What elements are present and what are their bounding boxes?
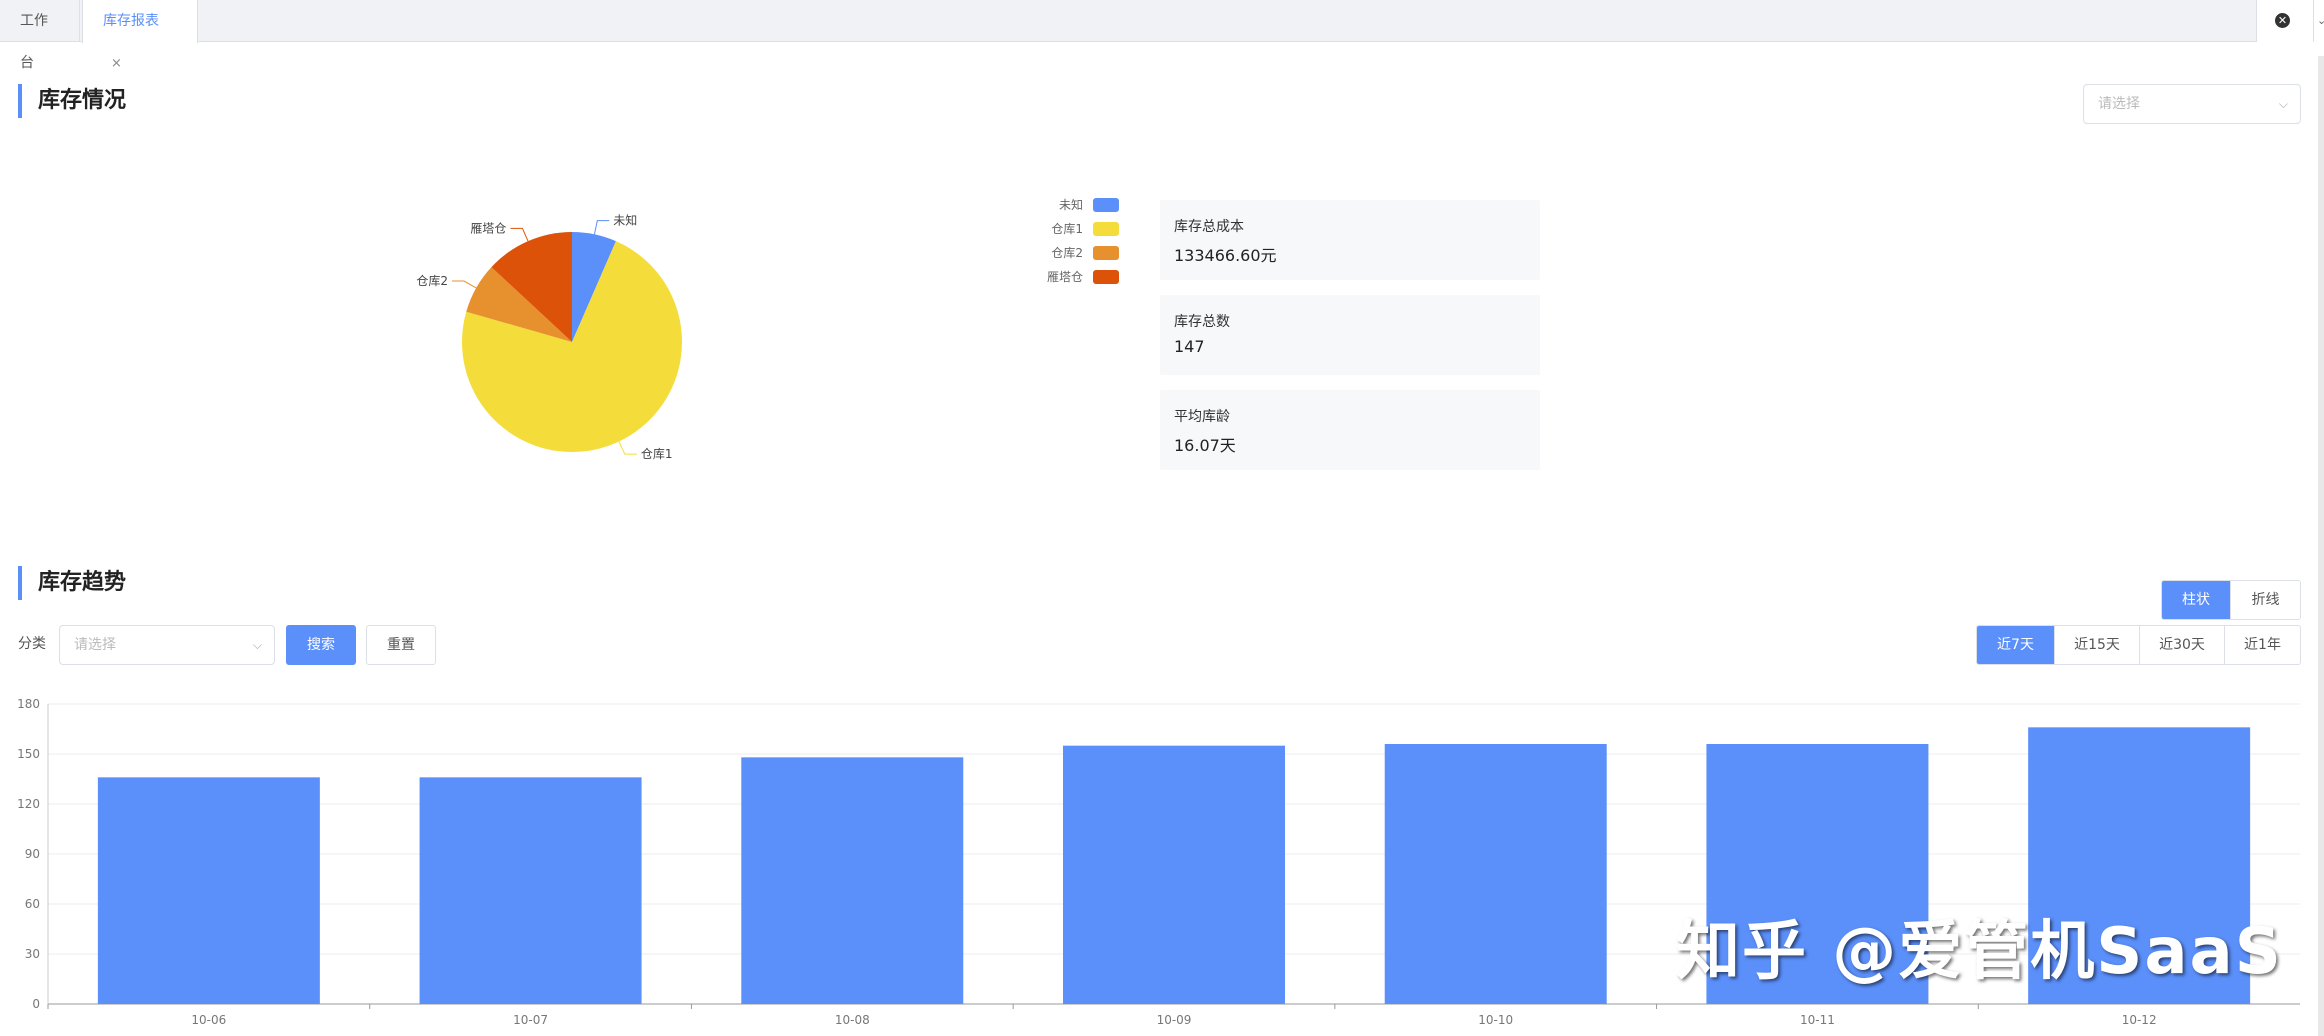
stat-card-average-age: 平均库龄 16.07天	[1160, 390, 1540, 470]
chevron-down-icon: ⌵	[252, 638, 262, 652]
y-tick-label: 90	[25, 847, 40, 861]
y-tick-label: 120	[17, 797, 40, 811]
range-7-days-button[interactable]: 近7天	[1977, 626, 2055, 664]
pie-label: 雁塔仓	[470, 221, 506, 235]
pie-leader-line	[618, 441, 637, 455]
range-15-days-button[interactable]: 近15天	[2055, 626, 2140, 664]
select-placeholder: 请选择	[2098, 96, 2140, 112]
legend-label: 仓库1	[1051, 222, 1083, 236]
x-tick-label: 10-12	[2122, 1013, 2157, 1027]
legend-swatch	[1093, 246, 1119, 260]
legend-item[interactable]: 未知	[1000, 196, 1119, 212]
pie-leader-line	[452, 280, 477, 289]
bar	[1063, 745, 1285, 1004]
chevron-down-icon: ⌵	[2278, 97, 2288, 111]
stat-label: 库存总成本	[1174, 219, 1244, 235]
pie-label: 未知	[613, 214, 637, 228]
stat-card-total-count: 库存总数 147	[1160, 295, 1540, 375]
pie-label: 仓库1	[641, 446, 673, 461]
chart-type-toggle: 柱状 折线	[2161, 580, 2301, 620]
legend-swatch	[1093, 270, 1119, 284]
x-tick-label: 10-06	[191, 1013, 226, 1027]
warehouse-select[interactable]: 请选择 ⌵	[2083, 84, 2301, 124]
line-chart-button[interactable]: 折线	[2231, 581, 2300, 619]
legend-item[interactable]: 仓库2	[1000, 244, 1119, 260]
bar	[1384, 744, 1607, 1004]
divider	[2313, 0, 2314, 42]
pie-leader-line	[593, 220, 610, 235]
tab-tools: ✕ ⌄	[2256, 0, 2324, 42]
filter-label: 分类	[18, 636, 46, 652]
trend-title: 库存趋势	[18, 566, 126, 600]
legend-label: 仓库2	[1051, 246, 1083, 260]
tab-bar: 工作台 库存报表 × ✕ ⌄	[0, 0, 2324, 71]
inventory-title: 库存情况	[18, 84, 126, 118]
close-all-icon[interactable]: ✕	[2275, 13, 2290, 28]
date-range-toggle: 近7天 近15天 近30天 近1年	[1976, 625, 2301, 665]
watermark-text: 知乎 @爱管机SaaS	[1676, 915, 2283, 989]
y-tick-label: 30	[25, 947, 40, 961]
chevron-down-icon[interactable]: ⌄	[2317, 14, 2324, 27]
tab-inventory-report[interactable]: 库存报表 ×	[82, 0, 198, 71]
tab-workbench[interactable]: 工作台	[0, 0, 80, 71]
y-tick-label: 0	[32, 997, 40, 1011]
x-tick-label: 10-08	[835, 1013, 870, 1027]
bar	[741, 757, 964, 1004]
reset-button[interactable]: 重置	[366, 625, 436, 665]
range-30-days-button[interactable]: 近30天	[2140, 626, 2225, 664]
y-tick-label: 60	[25, 897, 40, 911]
legend-item[interactable]: 仓库1	[1000, 220, 1119, 236]
x-tick-label: 10-11	[1800, 1013, 1835, 1027]
stat-label: 平均库龄	[1174, 409, 1230, 425]
bar	[97, 777, 320, 1004]
x-tick-label: 10-09	[1157, 1013, 1192, 1027]
legend-swatch	[1093, 222, 1119, 236]
select-placeholder: 请选择	[74, 637, 116, 653]
legend-item[interactable]: 雁塔仓	[1000, 268, 1119, 284]
legend-swatch	[1093, 198, 1119, 212]
bar	[419, 777, 642, 1004]
stat-value: 133466.60元	[1174, 246, 1277, 265]
tab-label: 工作台	[20, 13, 48, 71]
stat-value: 147	[1174, 337, 1205, 356]
x-tick-label: 10-10	[1478, 1013, 1513, 1027]
stat-label: 库存总数	[1174, 314, 1230, 330]
bar-chart-button[interactable]: 柱状	[2162, 581, 2231, 619]
legend-label: 未知	[1058, 198, 1083, 212]
range-1-year-button[interactable]: 近1年	[2225, 626, 2300, 664]
y-tick-label: 150	[17, 747, 40, 761]
tab-close-icon[interactable]: ×	[111, 56, 122, 71]
pie-leader-line	[510, 227, 529, 242]
category-select[interactable]: 请选择 ⌵	[59, 625, 275, 665]
y-tick-label: 180	[17, 697, 40, 711]
tab-label: 库存报表	[103, 13, 159, 29]
search-button[interactable]: 搜索	[286, 625, 356, 665]
legend-label: 雁塔仓	[1046, 270, 1083, 284]
pie-label: 仓库2	[416, 273, 448, 288]
stat-value: 16.07天	[1174, 436, 1236, 455]
stat-card-total-cost: 库存总成本 133466.60元	[1160, 200, 1540, 280]
x-tick-label: 10-07	[513, 1013, 548, 1027]
